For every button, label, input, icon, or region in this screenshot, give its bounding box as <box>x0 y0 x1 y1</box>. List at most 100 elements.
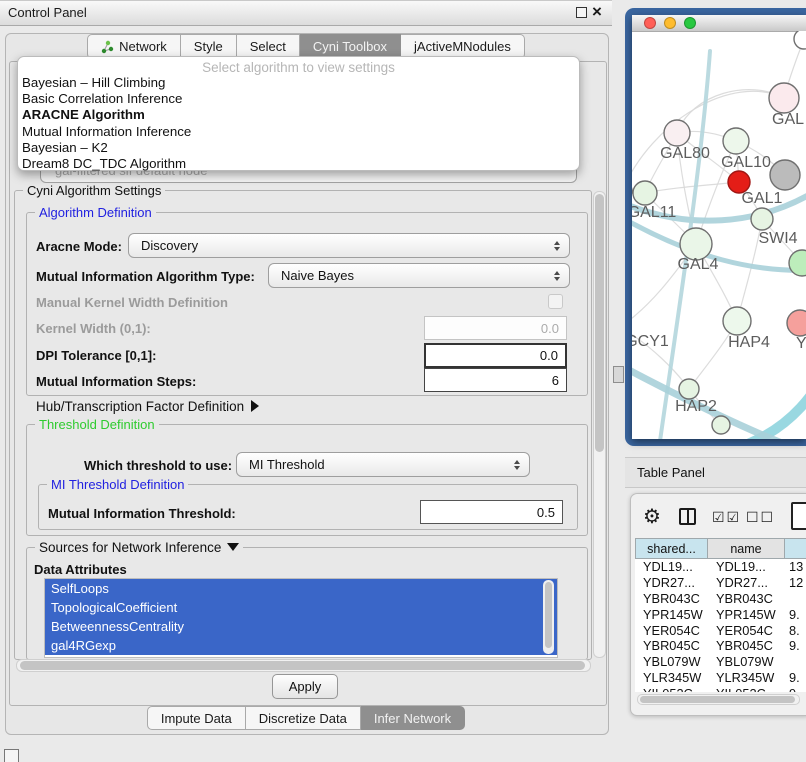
mi-steps-input[interactable]: 6 <box>424 368 567 392</box>
network-node[interactable] <box>769 83 799 113</box>
algorithm-option-mutual-information-inference[interactable]: Mutual Information Inference <box>18 124 579 140</box>
tab-label: Infer Network <box>374 711 451 726</box>
table-row[interactable]: YBR045CYBR045C9. <box>635 638 806 654</box>
algorithm-definition-title: Algorithm Definition <box>35 205 156 220</box>
table-row[interactable]: YDL19...YDL19...13 <box>635 559 806 575</box>
aracne-mode-select[interactable]: Discovery <box>128 233 570 258</box>
table-cell: YPR145W <box>635 607 708 622</box>
spinner-arrows-icon <box>554 271 560 281</box>
table-row[interactable]: YLR345WYLR345W9. <box>635 670 806 686</box>
network-node[interactable] <box>723 307 751 335</box>
table-rows: YDL19...YDL19...13YDR27...YDR27...12YBR0… <box>635 559 806 692</box>
network-node[interactable] <box>664 120 690 146</box>
table-cell: YBL079W <box>708 654 785 669</box>
attribute-item-topologicalcoefficient[interactable]: TopologicalCoefficient <box>45 598 557 617</box>
mi-threshold-value: 0.5 <box>537 505 555 520</box>
data-attributes-list[interactable]: SelfLoopsTopologicalCoefficientBetweenne… <box>44 578 558 658</box>
aracne-mode-label: Aracne Mode: <box>36 239 122 254</box>
table-row[interactable]: YDR27...YDR27...12 <box>635 575 806 591</box>
algorithm-dropdown-popup: Select algorithm to view settings Bayesi… <box>17 56 580 171</box>
tab-discretize-data[interactable]: Discretize Data <box>246 706 361 730</box>
table-row[interactable]: YBR043CYBR043C <box>635 591 806 607</box>
gear-icon[interactable]: ⚙ <box>643 504 661 529</box>
network-node[interactable] <box>787 310 806 336</box>
which-threshold-label: Which threshold to use: <box>84 458 232 473</box>
attribute-item-betweennesscentrality[interactable]: BetweennessCentrality <box>45 617 557 636</box>
kernel-width-label: Kernel Width (0,1): <box>36 321 151 336</box>
settings-horizontal-scrollbar[interactable] <box>16 659 591 672</box>
mi-threshold-input[interactable]: 0.5 <box>420 500 563 524</box>
algorithm-option-dream8-dc-tdc-algorithm[interactable]: Dream8 DC_TDC Algorithm <box>18 156 579 172</box>
table-panel-title: Table Panel <box>637 465 705 480</box>
columns-icon[interactable] <box>679 508 696 525</box>
table-row[interactable]: YPR145WYPR145W9. <box>635 606 806 622</box>
network-node[interactable] <box>751 208 773 230</box>
algorithm-option-basic-correlation-inference[interactable]: Basic Correlation Inference <box>18 91 579 107</box>
kernel-width-input[interactable]: 0.0 <box>424 316 567 340</box>
algorithm-option-bayesian-hill-climbing[interactable]: Bayesian – Hill Climbing <box>18 75 579 91</box>
table-cell: 8. <box>785 623 806 638</box>
corner-panel-icon[interactable] <box>4 749 19 762</box>
manual-kernel-width-checkbox[interactable] <box>548 294 563 309</box>
dpi-tolerance-input[interactable]: 0.0 <box>424 343 567 368</box>
network-edge <box>632 91 784 191</box>
checked-checkboxes-icon[interactable]: ☑☑ <box>712 509 741 526</box>
settings-vertical-scrollbar[interactable] <box>593 191 606 658</box>
settings-group-title: Cyni Algorithm Settings <box>23 183 165 198</box>
manual-kernel-width-label: Manual Kernel Width Definition <box>36 295 228 310</box>
hub-factor-expander[interactable]: Hub/Transcription Factor Definition <box>36 399 259 414</box>
attribute-item-selfloops[interactable]: SelfLoops <box>45 579 557 598</box>
which-threshold-select[interactable]: MI Threshold <box>236 452 530 477</box>
tab-infer-network[interactable]: Infer Network <box>361 706 465 730</box>
table-header-name[interactable]: name <box>708 538 785 559</box>
close-icon[interactable]: × <box>592 1 602 23</box>
minimize-traffic-light[interactable] <box>664 17 676 29</box>
table-cell: YDR27... <box>708 575 785 590</box>
network-window-titlebar[interactable] <box>632 15 806 32</box>
float-window-icon[interactable] <box>576 7 587 18</box>
threshold-definition-title: Threshold Definition <box>35 417 159 432</box>
table-row[interactable]: YIL052CYIL052C9. <box>635 685 806 692</box>
settings-hscrollbar-thumb[interactable] <box>20 661 585 670</box>
algorithm-dropdown-prompt: Select algorithm to view settings <box>18 60 579 75</box>
network-node[interactable] <box>633 181 657 205</box>
network-node[interactable] <box>712 416 730 434</box>
zoom-traffic-light[interactable] <box>684 17 696 29</box>
table-cell: YER054C <box>635 623 708 638</box>
network-node[interactable] <box>723 128 749 154</box>
mi-steps-label: Mutual Information Steps: <box>36 374 196 389</box>
close-traffic-light[interactable] <box>644 17 656 29</box>
tab-label: Network <box>119 39 167 54</box>
settings-vscrollbar-thumb[interactable] <box>595 194 604 452</box>
table-hscrollbar-thumb[interactable] <box>640 696 795 703</box>
algorithm-option-bayesian-k2[interactable]: Bayesian – K2 <box>18 140 579 156</box>
tab-impute-data[interactable]: Impute Data <box>147 706 246 730</box>
data-attributes-label: Data Attributes <box>34 562 127 577</box>
network-node[interactable] <box>679 379 699 399</box>
sources-expander[interactable]: Sources for Network Inference <box>35 540 243 555</box>
algorithm-option-aracne-algorithm[interactable]: ARACNE Algorithm <box>18 107 579 123</box>
network-node[interactable] <box>794 31 806 49</box>
table-horizontal-scrollbar[interactable] <box>637 694 800 705</box>
network-graph[interactable]: GALGAL80GAL10GAL1GAL11SWI4GAL4GCY1HAP4YH… <box>632 31 806 439</box>
network-node[interactable] <box>770 160 800 190</box>
mi-algorithm-type-select[interactable]: Naive Bayes <box>268 263 570 288</box>
cyni-bottom-tabs: Impute DataDiscretize Data Infer Network <box>0 706 612 730</box>
node-label-y: Y <box>796 335 806 352</box>
attributes-list-scrollbar[interactable] <box>543 580 554 654</box>
table-cell: YPR145W <box>708 607 785 622</box>
table-row[interactable]: YER054CYER054C8. <box>635 622 806 638</box>
mi-threshold-group-title: MI Threshold Definition <box>47 477 188 492</box>
table-header-col2[interactable] <box>785 538 806 559</box>
function-doc-icon[interactable] <box>791 502 806 530</box>
table-cell: 12 <box>785 575 806 590</box>
attribute-item-gal4rgexp[interactable]: gal4RGexp <box>45 636 557 655</box>
table-header-shared[interactable]: shared... <box>635 538 708 559</box>
apply-button[interactable]: Apply <box>272 674 338 699</box>
table-cell: YER054C <box>708 623 785 638</box>
unchecked-checkboxes-icon[interactable]: ☐☐ <box>746 509 775 526</box>
panel-divider-handle[interactable] <box>613 366 624 383</box>
attributes-scrollbar-thumb[interactable] <box>545 582 552 648</box>
table-row[interactable]: YBL079WYBL079W <box>635 654 806 670</box>
table-cell: YBR045C <box>635 638 708 653</box>
